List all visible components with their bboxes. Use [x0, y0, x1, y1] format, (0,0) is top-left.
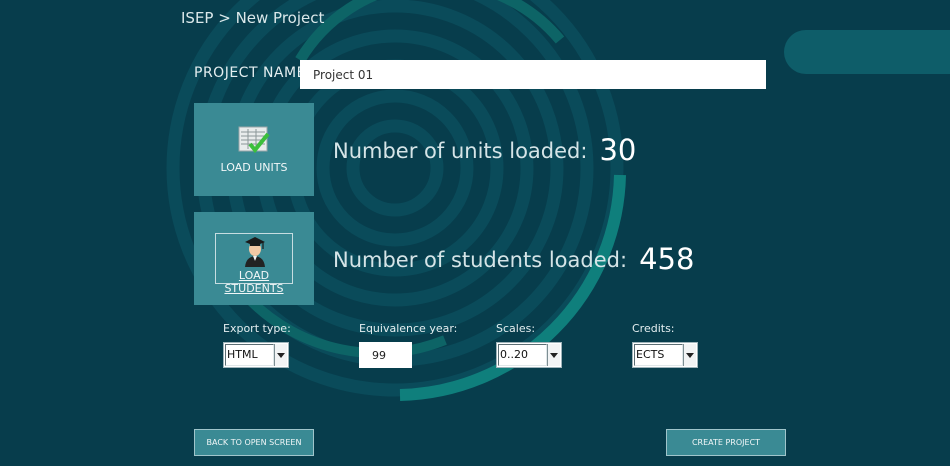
- project-name-label: PROJECT NAME:: [194, 65, 312, 81]
- scales-value: 0..20: [498, 344, 547, 366]
- spreadsheet-check-icon: [238, 126, 270, 154]
- scales-label: Scales:: [496, 322, 536, 335]
- graduate-icon: [245, 237, 265, 267]
- scales-select[interactable]: 0..20: [496, 342, 562, 368]
- export-type-label: Export type:: [223, 322, 291, 335]
- load-students-label: LOAD STUDENTS: [224, 269, 284, 295]
- export-type-select[interactable]: HTML: [223, 342, 289, 368]
- equivalence-year-input[interactable]: [359, 342, 412, 368]
- load-students-frame[interactable]: LOAD STUDENTS: [215, 233, 293, 295]
- units-loaded-stat: Number of units loaded: 30: [333, 133, 636, 167]
- students-loaded-label: Number of students loaded:: [333, 248, 628, 272]
- back-to-open-screen-button[interactable]: BACK TO OPEN SCREEN: [194, 429, 314, 456]
- units-loaded-label: Number of units loaded:: [333, 139, 588, 163]
- load-units-label: LOAD UNITS: [220, 161, 288, 174]
- breadcrumb: ISEP > New Project: [181, 9, 325, 27]
- students-loaded-stat: Number of students loaded: 458: [333, 242, 694, 276]
- chevron-down-icon[interactable]: [683, 344, 696, 366]
- load-units-button[interactable]: LOAD UNITS: [194, 103, 314, 196]
- create-project-button[interactable]: CREATE PROJECT: [666, 429, 786, 456]
- credits-select[interactable]: ECTS: [632, 342, 698, 368]
- chevron-down-icon[interactable]: [547, 344, 560, 366]
- students-loaded-count: 458: [639, 242, 695, 276]
- chevron-down-icon[interactable]: [274, 344, 287, 366]
- export-type-value: HTML: [225, 344, 274, 366]
- credits-value: ECTS: [634, 344, 683, 366]
- units-loaded-count: 30: [599, 133, 637, 167]
- equivalence-year-label: Equivalence year:: [359, 322, 458, 335]
- project-name-input[interactable]: [300, 60, 766, 89]
- credits-label: Credits:: [632, 322, 675, 335]
- load-students-button[interactable]: LOAD STUDENTS: [194, 212, 314, 305]
